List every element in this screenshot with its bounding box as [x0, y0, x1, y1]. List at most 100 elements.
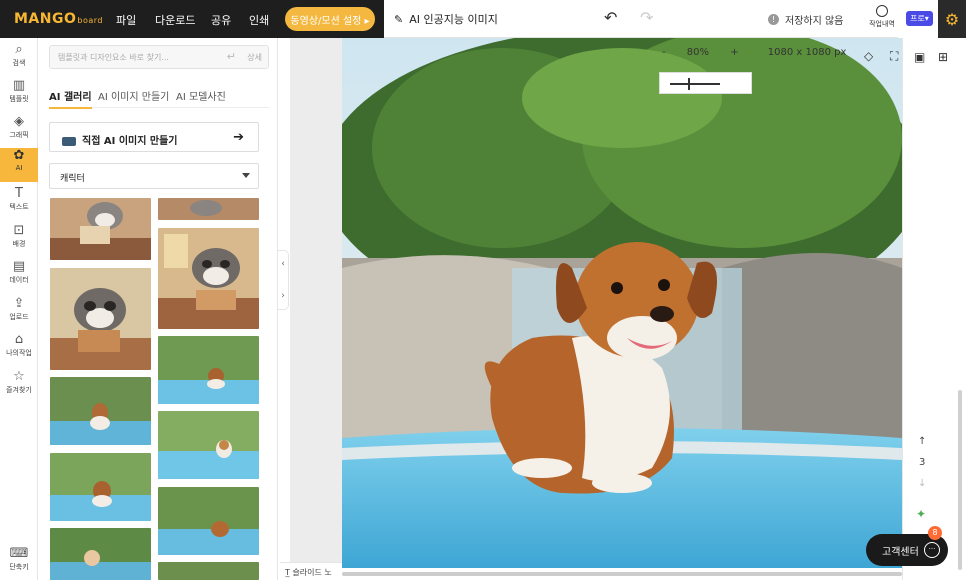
zoom-in-button[interactable]: + — [730, 47, 738, 58]
gear-icon[interactable]: ⚙ — [938, 0, 966, 38]
help-center-label: 고객센터 — [882, 546, 919, 558]
rail-item-text[interactable]: T 텍스트 — [0, 186, 38, 220]
undo-icon[interactable]: ↶ — [604, 8, 617, 27]
search-input[interactable]: 템플릿과 디자인요소 바로 찾기... ↵ 상세 — [49, 45, 269, 69]
gallery-thumbnail[interactable] — [158, 487, 259, 555]
slide-note-label: 슬라이드 노트 — [285, 568, 332, 580]
background-icon: ⊡ — [13, 223, 25, 238]
rail-item-ai[interactable]: ✿ AI — [0, 148, 38, 182]
panel-collapse-tab[interactable]: ‹ › — [277, 250, 289, 310]
graphic-icon: ◈ — [14, 114, 24, 129]
gallery-thumbnail[interactable] — [158, 228, 259, 329]
zoom-slider[interactable] — [659, 72, 752, 94]
rail-label: 데이터 — [9, 276, 29, 284]
page-view-icon[interactable]: ▣ — [914, 50, 925, 64]
slider-handle[interactable] — [688, 78, 690, 90]
rail-label: AI — [15, 164, 23, 172]
rail-item-favorites[interactable]: ☆ 즐겨찾기 — [0, 369, 38, 403]
zoom-controls: - 80% + 1080 x 1080 px — [662, 47, 846, 67]
gallery-thumbnail[interactable] — [158, 411, 259, 479]
tab-ai-gallery[interactable]: AI 갤러리 — [49, 88, 92, 109]
gallery-thumbnail[interactable] — [50, 268, 151, 370]
logo[interactable]: MANGOboard — [14, 11, 103, 27]
chart-icon: ▤ — [12, 259, 26, 274]
save-status: ! 저장하지 않음 — [768, 12, 843, 27]
gallery-thumbnail[interactable] — [50, 453, 151, 521]
tab-ai-make-image[interactable]: AI 이미지 만들기 — [98, 88, 169, 103]
menu-print[interactable]: 인쇄 — [249, 12, 269, 28]
rail-item-mywork[interactable]: ⌂ 나의작업 — [0, 332, 38, 366]
camera-icon — [62, 136, 76, 146]
category-select[interactable]: 캐릭터 — [49, 163, 259, 189]
save-status-text: 저장하지 않음 — [785, 16, 844, 27]
search-icon: ⌕ — [15, 42, 23, 57]
page-up-icon[interactable]: ↑ — [918, 436, 926, 447]
zoom-value[interactable]: 80% — [687, 47, 709, 58]
make-ai-image-button[interactable]: 직접 AI 이미지 만들기 ➔ — [49, 122, 259, 152]
history-button[interactable]: 작업내역 — [866, 5, 898, 29]
gallery-thumbnail[interactable] — [50, 528, 151, 580]
star-icon: ☆ — [13, 369, 25, 384]
rail-label: 나의작업 — [6, 349, 32, 357]
document-title[interactable]: ✎ AI 인공지능 이미지 — [394, 11, 498, 27]
detail-search-button[interactable]: 상세 — [247, 52, 262, 63]
upload-icon: ⇪ — [13, 296, 25, 311]
menu-share[interactable]: 공유 — [211, 12, 231, 28]
chat-icon: ··· — [924, 542, 940, 558]
rail-label: 배경 — [12, 240, 26, 248]
tab-ai-model-photo[interactable]: AI 모델사진 — [176, 88, 226, 103]
menu-download[interactable]: 다운로드 — [155, 12, 195, 28]
rail-label: 즐겨찾기 — [6, 386, 32, 394]
rail-item-shortcuts[interactable]: ⌨ 단축키 — [0, 546, 38, 580]
slider-track — [670, 83, 720, 85]
text-icon: T — [15, 186, 23, 201]
rail-label: 검색 — [12, 59, 26, 67]
gallery-thumbnail[interactable] — [158, 562, 259, 580]
layers-icon[interactable]: ◇ — [864, 49, 873, 63]
gallery-thumbnail[interactable] — [50, 377, 151, 445]
rail-label: 단축키 — [9, 563, 29, 571]
rail-label: 그래픽 — [9, 131, 29, 139]
fullscreen-icon[interactable]: ⛶ — [890, 49, 898, 64]
rail-item-data[interactable]: ▤ 데이터 — [0, 259, 38, 293]
slide-note-button[interactable]: T̲ 슬라이드 노트 — [280, 562, 342, 580]
rail-label: 업로드 — [9, 313, 29, 321]
chevron-down-icon — [242, 173, 250, 178]
page-number: 3 — [919, 457, 926, 468]
ai-icon: ✿ — [13, 148, 25, 163]
menu-file[interactable]: 파일 — [116, 12, 136, 28]
right-rail — [902, 38, 966, 580]
make-ai-image-label: 직접 AI 이미지 만들기 — [82, 136, 178, 147]
rail-label: 템플릿 — [9, 95, 29, 103]
template-icon: ▥ — [12, 78, 26, 93]
category-value: 캐릭터 — [60, 174, 85, 184]
redo-icon[interactable]: ↷ — [640, 8, 653, 27]
zoom-out-button[interactable]: - — [662, 47, 666, 58]
rail-item-template[interactable]: ▥ 템플릿 — [0, 78, 38, 112]
magic-wand-icon[interactable]: ✦ — [916, 507, 926, 521]
gallery-thumbnail[interactable] — [158, 336, 259, 404]
document-title-text: AI 인공지능 이미지 — [409, 13, 498, 26]
rail-item-background[interactable]: ⊡ 배경 — [0, 223, 38, 257]
canvas-size[interactable]: 1080 x 1080 px — [768, 47, 847, 58]
notification-badge: 8 — [928, 526, 942, 540]
info-icon: ! — [768, 14, 779, 25]
chevron-left-icon: ‹ — [281, 259, 285, 269]
page-down-icon[interactable]: ↓ — [918, 478, 926, 489]
horizontal-scrollbar[interactable] — [342, 572, 902, 576]
gallery-thumbnail[interactable] — [158, 198, 259, 220]
gallery-thumbnail[interactable] — [50, 198, 151, 260]
arrow-right-icon: ➔ — [233, 130, 244, 145]
vertical-scrollbar[interactable] — [958, 390, 962, 570]
history-label: 작업내역 — [869, 20, 895, 28]
grid-view-icon[interactable]: ⊞ — [938, 50, 948, 64]
rail-item-upload[interactable]: ⇪ 업로드 — [0, 296, 38, 330]
chevron-right-icon: › — [281, 291, 285, 301]
mywork-icon: ⌂ — [14, 332, 24, 347]
pro-badge[interactable]: 프로▾ — [906, 11, 933, 26]
motion-settings-button[interactable]: 동영상/모션 설정 ▸ — [285, 7, 375, 31]
canvas-image[interactable] — [342, 38, 902, 568]
enter-icon[interactable]: ↵ — [227, 50, 236, 63]
rail-item-search[interactable]: ⌕ 검색 — [0, 42, 38, 76]
rail-item-graphic[interactable]: ◈ 그래픽 — [0, 114, 38, 148]
